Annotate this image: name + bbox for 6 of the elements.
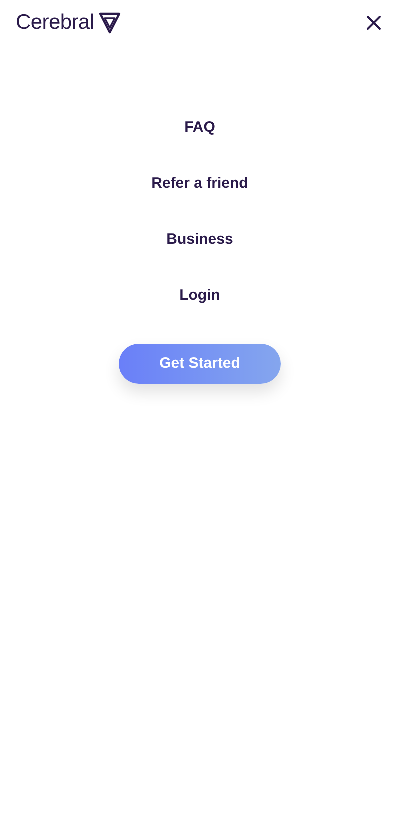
logo-text: Cerebral: [16, 12, 94, 33]
menu-link[interactable]: Business: [166, 230, 234, 250]
menu-link[interactable]: Refer a friend: [152, 174, 248, 194]
menu-link[interactable]: FAQ: [184, 118, 216, 138]
triangle-logo-icon: [99, 12, 122, 34]
menu-link[interactable]: Login: [180, 286, 220, 306]
